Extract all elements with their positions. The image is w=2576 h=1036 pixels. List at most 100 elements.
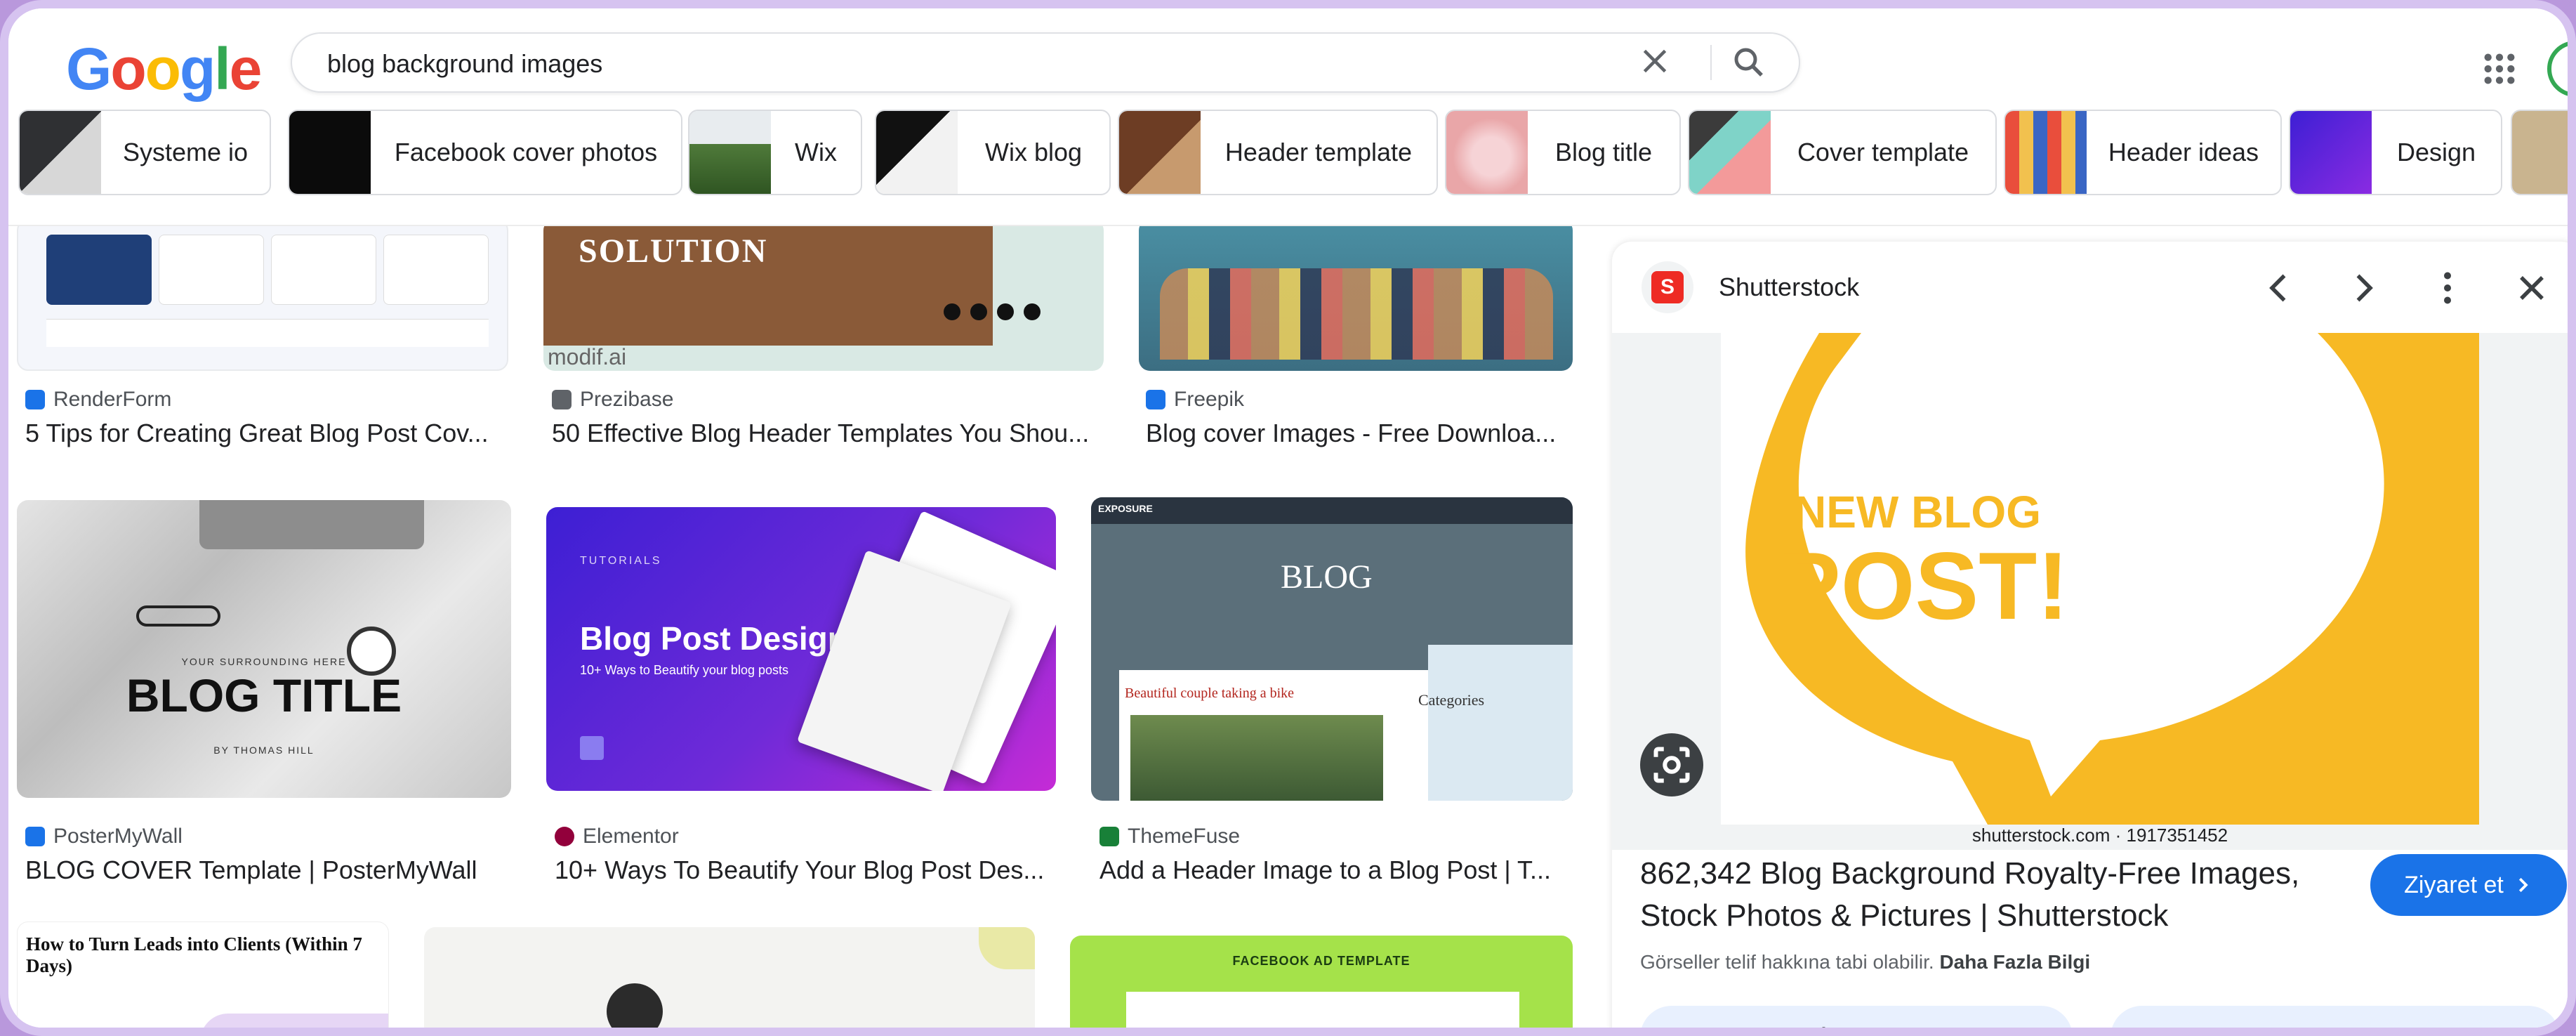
chip-thumbnail (2290, 111, 2372, 194)
search-input[interactable] (327, 46, 1591, 81)
chip-cover-template[interactable]: Cover template (1688, 110, 1997, 195)
elementor-favicon (555, 827, 574, 846)
lens-icon (1653, 747, 1690, 783)
panel-title[interactable]: 862,342 Blog Background Royalty-Free Ima… (1640, 853, 2342, 937)
social-icon (944, 303, 960, 320)
social-icon (1024, 303, 1041, 320)
share-button[interactable]: Paylaş (1640, 1006, 2073, 1028)
thumb-logo (580, 736, 604, 760)
panel-source-name[interactable]: Shutterstock (1719, 273, 1859, 302)
result-title[interactable]: Add a Header Image to a Blog Post | T... (1099, 855, 1577, 885)
result-title[interactable]: 5 Tips for Creating Great Blog Post Cov.… (25, 419, 510, 448)
source-name: PosterMyWall (53, 825, 183, 848)
next-button[interactable] (2342, 267, 2384, 309)
google-logo[interactable]: Google (66, 35, 262, 103)
close-panel-button[interactable] (2511, 267, 2553, 309)
result-source[interactable]: ThemeFuse (1099, 825, 1240, 848)
thumb-tag: TUTORIALS (580, 555, 662, 567)
thumb-navbar (1091, 497, 1573, 524)
thumb-photo (1130, 715, 1383, 801)
previous-button[interactable] (2258, 267, 2300, 309)
source-name: RenderForm (53, 388, 172, 411)
result-source[interactable]: Elementor (555, 825, 679, 848)
thumb-subtitle: YOUR SURROUNDING HERE (181, 656, 347, 667)
more-vertical-icon (2444, 272, 2451, 304)
save-button[interactable]: Kaydet (2111, 1006, 2560, 1036)
shutterstock-logo: S (1651, 271, 1684, 303)
result-title[interactable]: BLOG COVER Template | PosterMyWall (25, 855, 517, 885)
clear-search-button[interactable] (1637, 44, 1672, 79)
apps-grid-icon (2484, 53, 2515, 84)
result-image-freepik[interactable] (1139, 219, 1573, 371)
result-image-renderform[interactable] (17, 219, 508, 371)
result-image-desk[interactable] (424, 927, 1035, 1028)
thumb-cup (607, 983, 663, 1028)
chip-label: Wix blog (984, 138, 1083, 166)
thumb-subtitle: 10+ Ways to Beautify your blog posts (580, 663, 788, 677)
prezibase-favicon (552, 390, 572, 409)
logo-letter: l (214, 36, 230, 102)
more-options-button[interactable] (2426, 267, 2469, 309)
result-image-elementor[interactable]: TUTORIALS Blog Post Design 10+ Ways to B… (546, 507, 1056, 791)
account-avatar[interactable] (2547, 41, 2568, 97)
result-source[interactable]: PosterMyWall (25, 825, 183, 848)
visit-button[interactable]: Ziyaret et (2370, 854, 2567, 916)
chip-facebook-cover-photos[interactable]: Facebook cover photos (288, 110, 682, 195)
chip-wix[interactable]: Wix (688, 110, 862, 195)
search-button[interactable] (1730, 44, 1768, 81)
thumb-card (271, 235, 376, 305)
chip-design[interactable]: Design (2289, 110, 2502, 195)
chip-thumbnail (1119, 111, 1201, 194)
result-image-prezibase[interactable]: SOLUTION modif.ai (543, 219, 1104, 371)
chip-header-ideas[interactable]: Header ideas (2004, 110, 2282, 195)
thumb-subtitle: Beautiful couple taking a bike (1125, 686, 1295, 701)
save-label: Kaydet (2316, 1025, 2386, 1028)
thumb-headline: FACEBOOK AD TEMPLATE (1232, 954, 1411, 968)
result-image-postermywall[interactable]: YOUR SURROUNDING HERE BLOG TITLE BY THOM… (17, 500, 511, 798)
result-source[interactable]: Freepik (1146, 388, 1244, 412)
result-image-themefuse[interactable]: EXPOSURE BLOG Beautiful couple taking a … (1091, 497, 1573, 801)
logo-letter: o (110, 36, 146, 102)
result-image-leads[interactable]: How to Turn Leads into Clients (Within 7… (17, 922, 389, 1028)
source-name: Freepik (1174, 388, 1245, 411)
shutterstock-favicon[interactable]: S (1642, 261, 1693, 313)
chip-label: Header ideas (2108, 138, 2259, 166)
result-source[interactable]: Prezibase (552, 388, 673, 412)
result-source[interactable]: RenderForm (25, 388, 171, 412)
chevron-right-icon (2518, 877, 2528, 893)
chip-label: Cover template (1797, 138, 1969, 166)
postermywall-favicon (25, 827, 45, 846)
hero-line-1: NEW BLOG (1794, 487, 2041, 537)
chip-header-template[interactable]: Header template (1118, 110, 1438, 195)
chevron-right-icon (2356, 274, 2373, 302)
chip-thumbnail (1689, 111, 1771, 194)
chevron-left-icon (2269, 274, 2286, 302)
logo-letter: g (179, 36, 216, 102)
learn-more-link[interactable]: Daha Fazla Bilgi (1939, 951, 2090, 973)
result-title[interactable]: 50 Effective Blog Header Templates You S… (552, 419, 1107, 448)
result-title[interactable]: 10+ Ways To Beautify Your Blog Post Des.… (555, 855, 1062, 885)
result-image-facebook-ad[interactable]: FACEBOOK AD TEMPLATE (1070, 936, 1573, 1028)
lens-search-button[interactable] (1640, 733, 1703, 796)
chip-blog-title[interactable]: Blog title (1445, 110, 1681, 195)
thumb-categories: Categories (1418, 691, 1485, 709)
thumb-plant (979, 927, 1035, 969)
panel-hero-image[interactable]: NEW BLOG POST! (1721, 333, 2479, 825)
thumb-byline: BY THOMAS HILL (213, 745, 315, 756)
chip-wix-blog[interactable]: Wix blog (875, 110, 1111, 195)
bookmark-icon (2285, 1025, 2306, 1036)
chip-thumbnail (20, 111, 101, 194)
chip-more[interactable] (2511, 110, 2568, 195)
thumb-laptop (199, 500, 424, 549)
chip-label: Design (2396, 138, 2476, 166)
google-apps-button[interactable] (2480, 49, 2519, 88)
themefuse-favicon (1099, 827, 1119, 846)
chip-systeme-io[interactable]: Systeme io (18, 110, 271, 195)
result-title[interactable]: Blog cover Images - Free Downloa... (1146, 419, 1574, 448)
thumb-card (383, 235, 489, 305)
thumb-headline: Blog Post Design (580, 620, 847, 657)
image-details-panel: S Shutterstock NEW BLOG POST! shuttersto (1612, 242, 2568, 1036)
thumb-brand: EXPOSURE (1098, 503, 1153, 514)
search-divider (1710, 45, 1712, 80)
chip-thumbnail (289, 111, 371, 194)
